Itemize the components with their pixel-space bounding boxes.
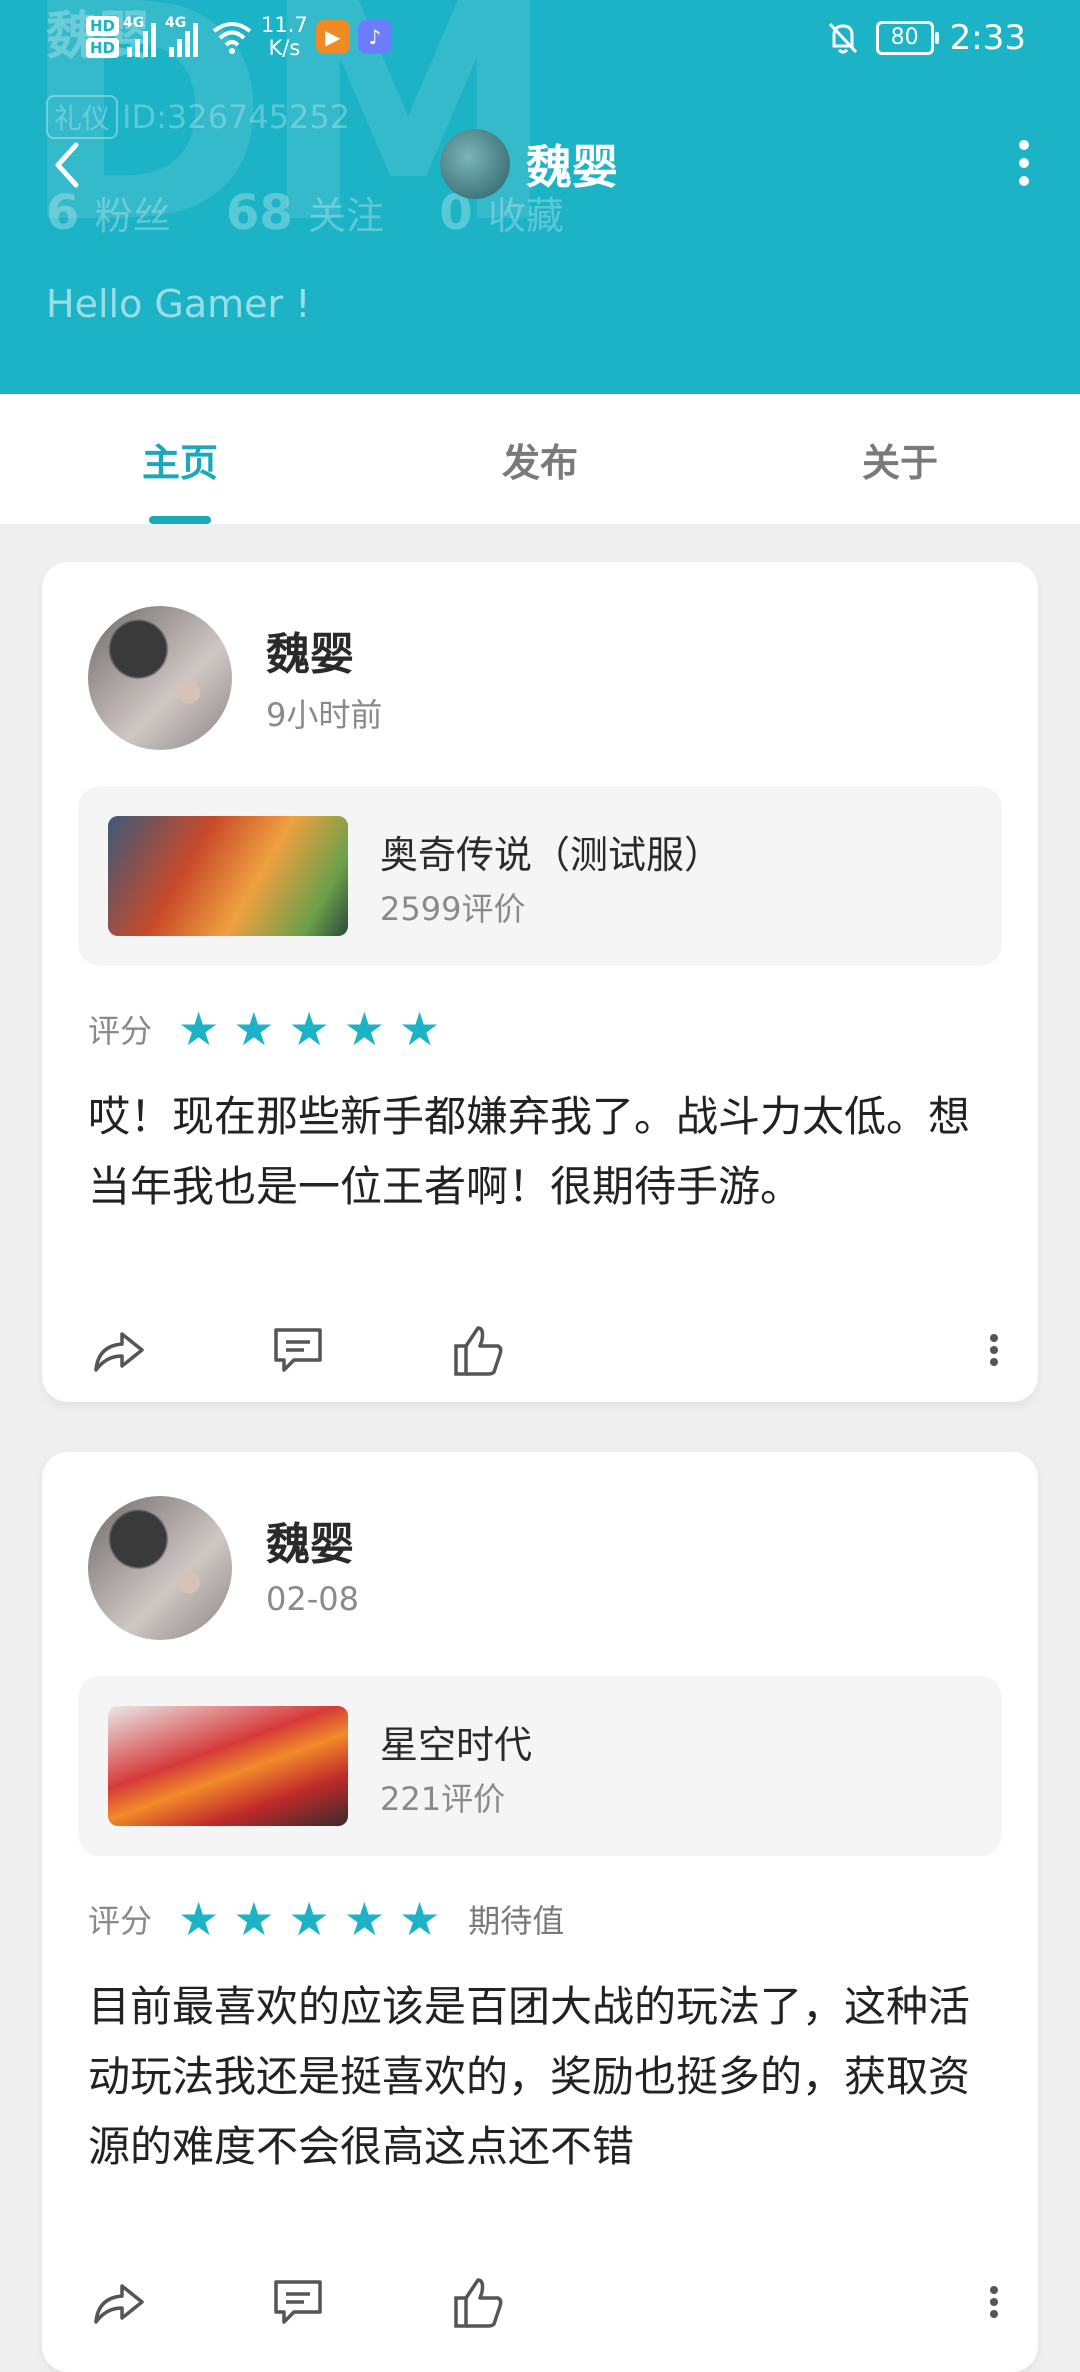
star-icon: ★ (288, 1002, 330, 1056)
author-name[interactable]: 魏婴 (266, 1508, 354, 1572)
clock: 2:33 (949, 18, 1026, 58)
title-group: 魏婴 (440, 129, 618, 199)
like-icon (454, 2278, 503, 2328)
share-icon (94, 1332, 144, 1372)
profile-greeting: Hello Gamer ! (46, 282, 311, 326)
avatar (440, 129, 510, 199)
game-info[interactable]: 奥奇传说（测试服） 2599评价 (78, 786, 1002, 966)
review-text[interactable]: 目前最喜欢的应该是百团大战的玩法了，这种活动玩法我还是挺喜欢的，奖励也挺多的，获… (88, 1972, 998, 2182)
star-icon: ★ (399, 1892, 441, 1946)
signal-label-2: 4G (165, 15, 187, 31)
rating-row: 评分 ★ ★ ★ ★ ★ 期待值 (88, 1896, 564, 1942)
post-more-button[interactable] (964, 1320, 1024, 1380)
star-icon: ★ (343, 1002, 386, 1056)
signal-label-1: 4G (123, 15, 145, 31)
share-icon (94, 2284, 144, 2324)
share-button[interactable] (88, 1320, 148, 1380)
wifi-icon (212, 22, 252, 54)
hd-badge-1: HD (86, 16, 120, 36)
back-button[interactable] (40, 135, 100, 195)
star-icon: ★ (288, 1892, 330, 1946)
bell-off-icon (828, 22, 857, 54)
game-thumbnail (108, 816, 348, 936)
review-text[interactable]: 哎！现在那些新手都嫌弃我了。战斗力太低。想当年我也是一位王者啊！很期待手游。 (88, 1082, 998, 1222)
game-name: 奥奇传说（测试服） (380, 833, 723, 877)
rating-extra-label: 期待值 (468, 1902, 565, 1940)
game-name: 星空时代 (380, 1723, 533, 1767)
post-time: 9小时前 (266, 696, 383, 734)
star-icon: ★ (343, 1892, 386, 1946)
game-review-count: 221评价 (380, 1780, 506, 1818)
post-card[interactable]: 魏婴 9小时前 奥奇传说（测试服） 2599评价 评分 ★ ★ ★ ★ ★ 哎！… (42, 562, 1038, 1402)
top-app-bar: 魏婴 (0, 115, 1080, 211)
like-button[interactable] (448, 2272, 508, 2332)
author-name[interactable]: 魏婴 (266, 618, 354, 682)
network-speed-value: 11.7 (261, 13, 308, 37)
star-icon: ★ (233, 1002, 275, 1056)
network-speed: 11.7 K/s (261, 14, 308, 60)
game-info[interactable]: 星空时代 221评价 (78, 1676, 1002, 1856)
more-vertical-icon (990, 2286, 998, 2318)
like-icon (454, 1326, 503, 1376)
status-bar-left: HD HD 4G 4G 11.7 K/s ▶ ♪ (86, 14, 392, 60)
star-icon: ★ (178, 1892, 220, 1946)
tab-bar: 主页 发布 关于 (0, 394, 1080, 524)
game-review-count: 2599评价 (380, 890, 526, 928)
star-icon: ★ (399, 1002, 441, 1056)
game-thumbnail (108, 1706, 348, 1826)
profile-header: DM 魏婴 礼仪 ID:326745252 6 粉丝 68 关注 0 收藏 Hel… (0, 0, 1080, 394)
more-vertical-icon (1019, 140, 1029, 186)
page-title: 魏婴 (526, 140, 618, 194)
comment-button[interactable] (268, 1320, 328, 1380)
post-actions (88, 1320, 1008, 1380)
comment-icon (274, 2280, 322, 2324)
more-options-button[interactable] (994, 133, 1054, 193)
rating-row: 评分 ★ ★ ★ ★ ★ (88, 1006, 440, 1052)
star-icon: ★ (178, 1002, 220, 1056)
post-time: 02-08 (266, 1580, 359, 1618)
share-button[interactable] (88, 2272, 148, 2332)
tab-about[interactable]: 关于 (800, 432, 1000, 487)
signal-icon: 4G (123, 15, 161, 57)
post-actions (88, 2272, 1008, 2332)
network-speed-unit: K/s (268, 36, 301, 60)
author-avatar[interactable] (88, 606, 232, 750)
signal-icon-2: 4G (165, 15, 203, 57)
tab-posts[interactable]: 发布 (440, 432, 640, 487)
rating-label: 评分 (88, 1902, 153, 1940)
status-bar-right: 80 2:33 (826, 18, 1026, 58)
battery-icon: 80 (875, 21, 939, 55)
like-button[interactable] (448, 1320, 508, 1380)
video-app-icon: ▶ (315, 20, 350, 54)
status-bar: HD HD 4G 4G 11.7 K/s ▶ ♪ 80 2:33 (0, 0, 1080, 80)
back-icon (55, 142, 79, 188)
post-more-button[interactable] (964, 2272, 1024, 2332)
tab-home[interactable]: 主页 (80, 432, 280, 487)
tab-indicator (149, 516, 211, 524)
hd-badge: HD HD (86, 16, 120, 58)
rating-label: 评分 (88, 1012, 153, 1050)
comment-button[interactable] (268, 2272, 328, 2332)
author-avatar[interactable] (88, 1496, 232, 1640)
post-card[interactable]: 魏婴 02-08 星空时代 221评价 评分 ★ ★ ★ ★ ★ 期待值 目前最… (42, 1452, 1038, 2372)
star-icon: ★ (233, 1892, 275, 1946)
comment-icon (274, 1328, 322, 1372)
more-vertical-icon (990, 1334, 998, 1366)
music-app-icon: ♪ (357, 20, 392, 54)
hd-badge-2: HD (86, 38, 120, 58)
